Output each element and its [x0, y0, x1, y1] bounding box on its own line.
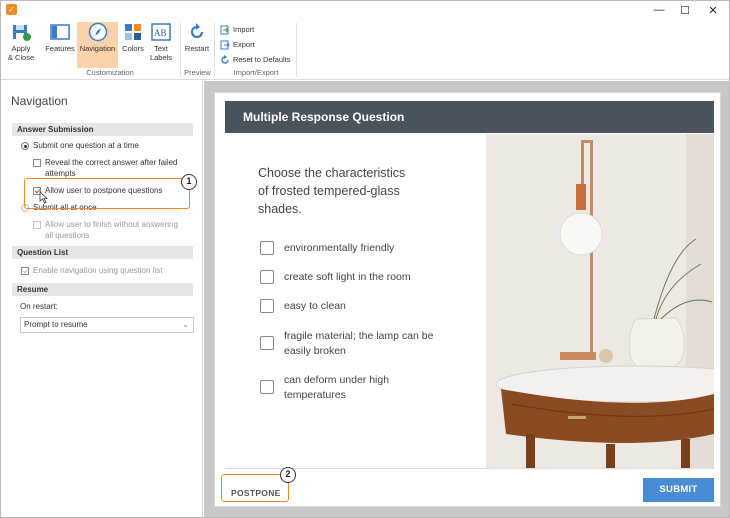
answer-option[interactable]: easy to clean — [260, 299, 444, 314]
apply-close-icon — [13, 25, 31, 41]
question-slide: Multiple Response Question Choose the ch… — [214, 92, 721, 507]
submit-one-radio[interactable] — [21, 142, 29, 150]
features-button[interactable]: Features — [43, 22, 77, 68]
reveal-answer-checkbox[interactable] — [33, 159, 41, 167]
enable-navigation-checkbox[interactable] — [21, 267, 29, 275]
title-bar: ✓ — ☐ ✕ — [1, 1, 729, 19]
ribbon-toolbar: Apply & Close Features Navigation Colors… — [1, 19, 729, 80]
colors-icon — [125, 24, 141, 40]
navigation-button[interactable]: Navigation — [77, 22, 118, 68]
answer-label: environmentally friendly — [284, 242, 395, 254]
features-label: Features — [45, 44, 75, 53]
lamp-photo-image — [486, 134, 714, 469]
reset-icon — [221, 54, 229, 64]
colors-label: Colors — [122, 44, 144, 53]
group-preview-label: Preview — [184, 68, 211, 77]
question-line-1: Choose the characteristics — [258, 166, 406, 180]
footer-divider — [225, 468, 714, 469]
answer-option[interactable]: can deform under high temperatures — [260, 373, 414, 403]
apply-close-label: Apply & Close — [7, 44, 35, 62]
callout-badge-2: 2 — [280, 467, 296, 483]
answer-option[interactable]: create soft light in the room — [260, 270, 454, 285]
answer-checkbox[interactable] — [260, 241, 274, 255]
panel-title: Navigation — [11, 94, 68, 108]
answer-checkbox[interactable] — [260, 380, 274, 394]
mouse-cursor-icon — [39, 191, 48, 204]
callout-badge-1: 1 — [181, 174, 197, 190]
answer-checkbox[interactable] — [260, 270, 274, 284]
question-header: Multiple Response Question — [225, 101, 714, 133]
settings-panel: Navigation Answer Submission Submit one … — [1, 81, 203, 517]
section-answer-submission: Answer Submission — [12, 123, 193, 136]
reveal-answer-label: Reveal the correct answer after failed a… — [45, 158, 195, 179]
reveal-line-2: attempts — [45, 168, 76, 178]
postpone-option-highlight — [24, 178, 190, 209]
preview-area: Multiple Response Question Choose the ch… — [204, 81, 729, 517]
allow-finish-checkbox[interactable] — [33, 221, 41, 229]
enable-navigation-label: Enable navigation using question list — [33, 266, 163, 275]
restart-label: Restart — [184, 44, 210, 53]
export-icon — [220, 40, 230, 49]
svg-text:AB: AB — [154, 28, 167, 38]
postpone-button-highlight — [221, 474, 289, 502]
export-button[interactable]: Export — [220, 38, 255, 51]
navigation-compass-icon — [88, 22, 107, 42]
question-line-3: shades. — [258, 202, 302, 216]
question-line-2: of frosted tempered-glass — [258, 184, 400, 198]
group-import-export-label: Import/Export — [233, 68, 279, 77]
minimize-button[interactable]: — — [645, 1, 673, 19]
maximize-button[interactable]: ☐ — [671, 1, 699, 19]
import-icon — [220, 25, 229, 34]
submit-one-label: Submit one question at a time — [33, 141, 139, 150]
question-text: Choose the characteristics of frosted te… — [258, 164, 448, 218]
restart-icon — [190, 23, 204, 39]
answer-label: easy to clean — [284, 300, 346, 312]
allow-finish-line-2: all questions — [45, 230, 90, 240]
section-question-list: Question List — [12, 246, 193, 259]
reset-defaults-label: Reset to Defaults — [233, 55, 291, 64]
section-resume: Resume — [12, 283, 193, 296]
app-window: ✓ — ☐ ✕ Apply & Close Features Navigatio… — [0, 0, 730, 518]
allow-finish-line-1: Allow user to finish without answering — [45, 220, 178, 229]
reveal-line-1: Reveal the correct answer after failed — [45, 158, 178, 167]
features-icon — [50, 24, 70, 40]
close-button[interactable]: ✕ — [699, 1, 727, 19]
chevron-down-icon: ⌄ — [182, 320, 189, 329]
export-label: Export — [233, 40, 255, 49]
apply-close-button[interactable]: Apply & Close — [5, 22, 37, 68]
answer-checkbox[interactable] — [260, 299, 274, 313]
navigation-label: Navigation — [79, 44, 116, 53]
import-button[interactable]: Import — [220, 23, 254, 36]
answer-label: can deform under high temperatures — [284, 374, 390, 401]
allow-finish-label: Allow user to finish without answering a… — [45, 220, 195, 241]
import-label: Import — [233, 25, 255, 34]
answer-option[interactable]: environmentally friendly — [260, 241, 444, 256]
answer-option[interactable]: fragile material; the lamp can be easily… — [260, 329, 444, 359]
colors-button[interactable]: Colors — [120, 22, 146, 68]
on-restart-value: Prompt to resume — [24, 320, 88, 329]
reset-defaults-button[interactable]: Reset to Defaults — [220, 53, 291, 66]
group-customization-label: Customization — [86, 68, 134, 77]
on-restart-select[interactable]: Prompt to resume ⌄ — [20, 317, 194, 333]
answer-checkbox[interactable] — [260, 336, 274, 350]
text-labels-label: Text Labels — [149, 44, 173, 62]
answer-label: create soft light in the room — [284, 271, 411, 283]
on-restart-label: On restart: — [20, 302, 58, 311]
answer-label: fragile material; the lamp can be easily… — [284, 330, 434, 357]
restart-button[interactable]: Restart — [183, 22, 211, 68]
text-labels-icon: AB — [151, 23, 171, 41]
text-labels-button[interactable]: AB Text Labels — [148, 22, 174, 68]
app-logo-icon: ✓ — [6, 4, 17, 15]
submit-button[interactable]: SUBMIT — [643, 478, 714, 502]
